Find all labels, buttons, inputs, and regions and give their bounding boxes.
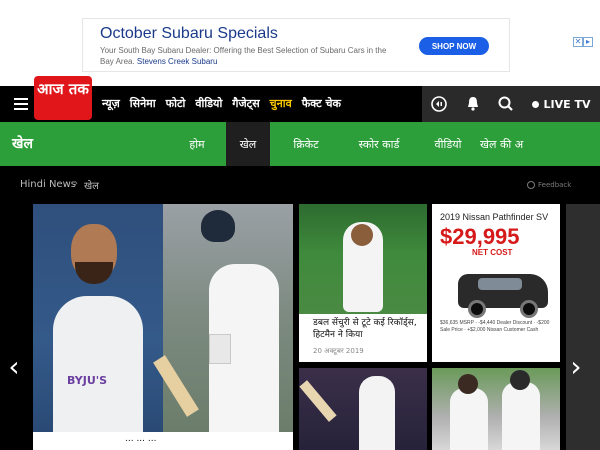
breadcrumb-home-link[interactable]: Hindi News <box>20 179 76 190</box>
live-tv-label: LIVE TV <box>543 97 591 111</box>
ad-description-line2: Bay Area. <box>100 57 135 66</box>
ad-banner-area: October Subaru Specials Your South Bay S… <box>0 0 600 86</box>
search-icon <box>498 96 513 111</box>
jersey-sponsor-text: BYJU'S <box>67 374 108 387</box>
nav-item-election[interactable]: चुनाव <box>270 96 292 111</box>
nissan-ad-fine-print: $36,635 MSRP · -$4,440 Dealer Discount ·… <box>440 320 550 333</box>
section-header: खेल होम खेल क्रिकेट स्कोर कार्ड वीडियो ख… <box>0 122 600 166</box>
ad-shop-now-button[interactable]: SHOP NOW <box>419 37 489 55</box>
audio-icon <box>431 96 447 112</box>
car-wheel-rear <box>520 300 538 318</box>
player-head-1 <box>458 374 478 394</box>
story-card-players[interactable] <box>432 368 560 450</box>
next-card-peek <box>566 204 600 450</box>
live-dot-icon <box>531 100 539 108</box>
ad-advertiser[interactable]: Stevens Creek Subaru <box>137 57 218 66</box>
nav-items: न्यूज़ सिनेमा फोटो वीडियो गैजेट्स चुनाव … <box>102 96 341 111</box>
tab-video[interactable]: वीडियो <box>416 122 480 166</box>
feedback-icon <box>527 181 535 189</box>
ad-description: Your South Bay Subaru Dealer: Offering t… <box>100 45 400 67</box>
batsman-figure <box>359 376 395 450</box>
nav-item-gadgets[interactable]: गैजेट्स <box>232 96 259 111</box>
lead-story-caption[interactable]: ... ... ... <box>33 432 293 450</box>
player-figure-1 <box>450 388 488 450</box>
cricketer-head <box>351 224 373 246</box>
breadcrumb-separator: › <box>74 178 78 189</box>
car-window <box>478 278 522 290</box>
story-image <box>299 204 427 314</box>
nav-item-photo[interactable]: फोटो <box>166 96 186 111</box>
car-wheel-front <box>468 300 486 318</box>
ad-description-line1: Your South Bay Subaru Dealer: Offering t… <box>100 46 387 55</box>
tab-sports[interactable]: खेल <box>226 122 270 166</box>
ad-info-icon[interactable]: ▸ <box>583 37 593 47</box>
section-title: खेल <box>12 136 33 152</box>
tab-cricket[interactable]: क्रिकेट <box>270 122 342 166</box>
batsman-glove <box>209 334 231 364</box>
audio-button[interactable] <box>422 86 456 122</box>
menu-icon[interactable] <box>14 98 28 110</box>
nav-item-video[interactable]: वीडियो <box>195 96 222 111</box>
player-figure-2 <box>502 382 540 450</box>
player-head-2 <box>510 370 530 390</box>
lead-image-left: BYJU'S <box>33 204 163 432</box>
tab-home[interactable]: होम <box>168 122 226 166</box>
ad-banner[interactable]: October Subaru Specials Your South Bay S… <box>82 18 593 72</box>
nissan-ad-net-cost: NET COST <box>472 248 513 257</box>
site-logo[interactable]: आज तक <box>34 76 92 120</box>
story-card-double-century[interactable]: डबल सेंचुरी से टूटे कई रिकॉर्ड्स, हिटमैन… <box>299 204 427 362</box>
player-beard <box>75 262 113 284</box>
feedback-label: Feedback <box>538 181 572 189</box>
breadcrumb: Hindi News › खेल Feedback <box>0 166 600 204</box>
story-card-batsman[interactable] <box>299 368 427 450</box>
ad-title[interactable]: October Subaru Specials <box>100 25 278 43</box>
batsman-helmet <box>201 210 235 242</box>
nav-item-cinema[interactable]: सिनेमा <box>130 96 156 111</box>
live-tv-button[interactable]: LIVE TV <box>522 86 600 122</box>
nissan-ad-title: 2019 Nissan Pathfinder SV <box>440 212 549 222</box>
nav-item-news[interactable]: न्यूज़ <box>102 96 120 111</box>
breadcrumb-current: खेल <box>84 181 99 192</box>
car-image <box>458 264 548 318</box>
carousel-next-icon[interactable]: › <box>566 352 586 388</box>
lead-story-caption-text: ... ... ... <box>125 434 157 444</box>
news-carousel: BYJU'S ... ... ... डबल सेंचुरी से टूटे क… <box>0 204 600 450</box>
nav-item-fact-check[interactable]: फैक्ट चेक <box>302 96 341 111</box>
feedback-button[interactable]: Feedback <box>527 181 571 189</box>
notification-icon <box>468 97 478 111</box>
tab-scorecard[interactable]: स्कोर कार्ड <box>342 122 416 166</box>
player-figure <box>53 296 143 432</box>
search-button[interactable] <box>489 86 523 122</box>
carousel-prev-icon[interactable]: ‹ <box>4 352 24 388</box>
site-logo-text: आज तक <box>37 80 89 98</box>
lead-story-card[interactable]: BYJU'S ... ... ... <box>33 204 293 450</box>
nissan-ad-price: $29,995 <box>440 224 520 249</box>
section-tabs: होम खेल क्रिकेट स्कोर कार्ड वीडियो खेल क… <box>168 122 540 166</box>
tab-sports-more[interactable]: खेल की अ <box>480 122 540 166</box>
story-title[interactable]: डबल सेंचुरी से टूटे कई रिकॉर्ड्स, हिटमैन… <box>313 317 423 341</box>
notification-button[interactable] <box>456 86 490 122</box>
story-date: 20 अक्टूबर 2019 <box>313 347 364 355</box>
ad-close-icon[interactable]: ✕ <box>573 37 583 47</box>
batsman-bat <box>299 380 337 422</box>
nissan-ad-card[interactable]: 2019 Nissan Pathfinder SV $29,995 NET CO… <box>432 204 560 362</box>
